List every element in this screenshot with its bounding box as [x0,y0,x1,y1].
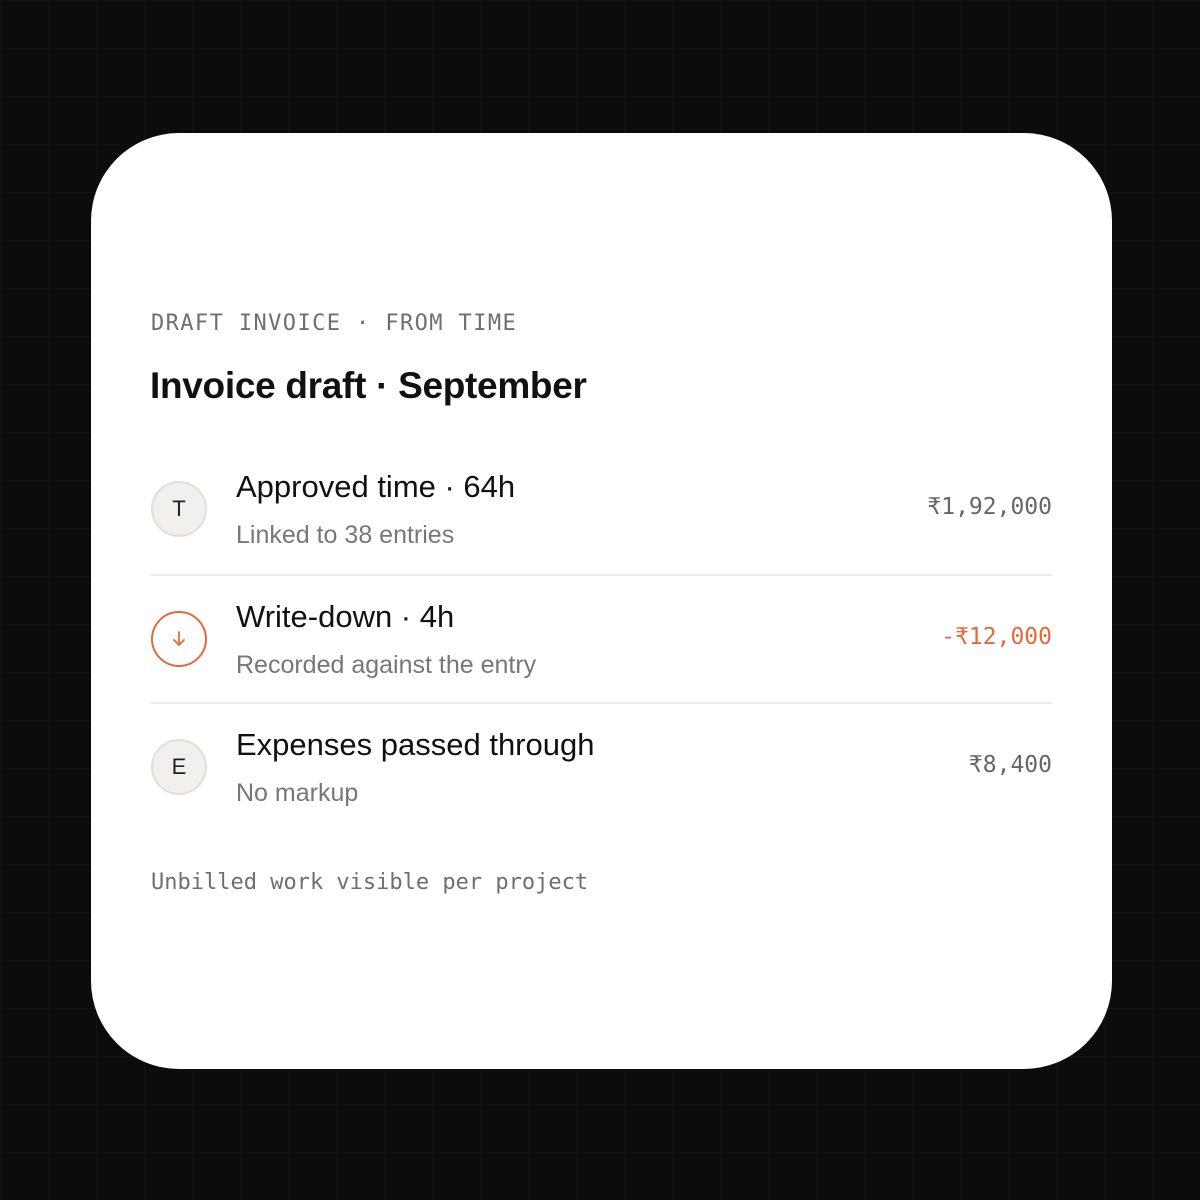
line-subtitle: Linked to 38 entries [236,521,455,549]
line-title: Expenses passed through [236,727,595,762]
eyebrow-label: DRAFT INVOICE · FROM TIME [151,311,518,336]
invoice-line-write-down[interactable]: Write-down · 4h Recorded against the ent… [151,574,1052,702]
line-subtitle: No markup [236,779,359,807]
time-letter-badge: T [151,481,207,537]
invoice-draft-card: DRAFT INVOICE · FROM TIME Invoice draft … [91,133,1112,1069]
card-title: Invoice draft · September [150,365,587,406]
line-subtitle: Recorded against the entry [236,651,537,679]
line-amount: ₹1,92,000 [927,494,1052,520]
line-title: Approved time · 64h [236,469,516,504]
invoice-line-approved-time[interactable]: T Approved time · 64h Linked to 38 entri… [151,446,1052,574]
line-title: Write-down · 4h [236,599,455,634]
invoice-line-list: T Approved time · 64h Linked to 38 entri… [151,446,1052,830]
line-amount: -₹12,000 [941,624,1052,650]
arrow-down-icon [151,611,207,667]
expense-letter-badge: E [151,739,207,795]
footer-note: Unbilled work visible per project [151,870,589,895]
invoice-line-expenses[interactable]: E Expenses passed through No markup ₹8,4… [151,702,1052,830]
line-amount: ₹8,400 [968,752,1052,778]
